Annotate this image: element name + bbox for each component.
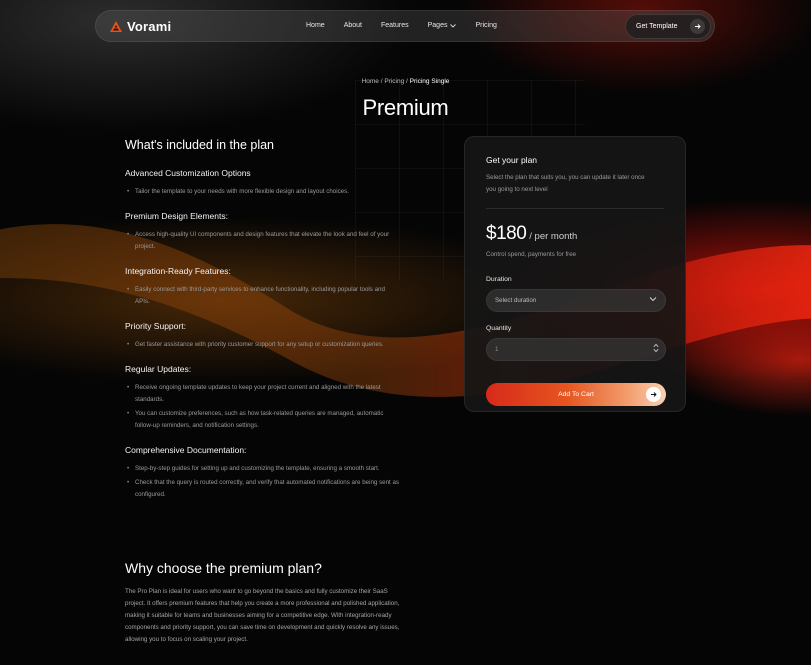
price-note: Control spend, payments for free (486, 251, 577, 258)
feature-block: Priority Support: Get faster assistance … (125, 321, 400, 351)
feature-block: Advanced Customization Options Tailor th… (125, 168, 400, 198)
why-section: Why choose the premium plan? The Pro Pla… (125, 560, 405, 646)
card-title: Get your plan (486, 155, 538, 165)
breadcrumb-pricing[interactable]: Pricing (384, 78, 404, 85)
add-to-cart-label: Add To Cart (558, 391, 594, 398)
price-period: / per month (529, 231, 578, 242)
quantity-value: 1 (495, 346, 499, 353)
feature-bullet: Get faster assistance with priority cust… (125, 339, 400, 351)
page-title: Premium (362, 95, 449, 120)
nav-link-home[interactable]: Home (306, 22, 325, 29)
nav-link-pages[interactable]: Pages (428, 22, 457, 29)
breadcrumb: Home / Pricing / Pricing Single (0, 78, 811, 85)
card-divider (486, 208, 664, 209)
nav-links: Home About Features Pages Pricing (306, 22, 516, 29)
duration-value: Select duration (495, 297, 537, 304)
feature-bullet: Check that the query is routed correctly… (125, 477, 400, 501)
brand-name: Vorami (127, 19, 172, 34)
card-description: Select the plan that suits you, you can … (486, 174, 645, 193)
feature-title: Comprehensive Documentation: (125, 445, 247, 455)
duration-label: Duration (486, 276, 512, 283)
feature-title: Priority Support: (125, 321, 186, 331)
feature-block: Comprehensive Documentation: Step-by-ste… (125, 445, 400, 501)
feature-bullet: Tailor the template to your needs with m… (125, 186, 400, 198)
feature-title: Regular Updates: (125, 364, 192, 374)
feature-bullet: You can customize preferences, such as h… (125, 408, 400, 432)
nav-link-pricing[interactable]: Pricing (475, 22, 496, 29)
plan-card: Get your plan Select the plan that suits… (464, 136, 686, 412)
nav-link-pages-label: Pages (427, 22, 448, 29)
duration-select[interactable]: Select duration (486, 289, 666, 312)
inclusions-heading: What's included in the plan (125, 138, 275, 152)
chevron-down-icon (450, 23, 457, 28)
top-navbar: Vorami Home About Features Pages Pricing… (95, 10, 715, 42)
brand-logo[interactable]: Vorami (110, 19, 171, 34)
breadcrumb-separator: / (406, 78, 408, 85)
feature-title: Premium Design Elements: (125, 211, 228, 221)
get-template-label: Get Template (636, 23, 678, 30)
feature-block: Integration-Ready Features: Easily conne… (125, 266, 400, 308)
quantity-stepper[interactable]: 1 (486, 338, 666, 361)
feature-bullet: Receive ongoing template updates to keep… (125, 382, 400, 406)
plan-inclusions: What's included in the plan Advanced Cus… (125, 138, 400, 514)
feature-bullet: Easily connect with third-party services… (125, 284, 400, 308)
chevron-down-icon (649, 297, 657, 302)
quantity-stepper-controls (653, 343, 659, 353)
nav-link-about[interactable]: About (344, 22, 362, 29)
chevron-down-icon[interactable] (653, 348, 659, 353)
get-template-button[interactable]: Get Template (625, 14, 711, 39)
breadcrumb-current: Pricing Single (409, 78, 450, 85)
why-body: The Pro Plan is ideal for users who want… (125, 588, 400, 643)
logo-icon (110, 20, 122, 32)
price-value: $180 (486, 223, 527, 244)
feature-bullet: Step-by-step guides for setting up and c… (125, 463, 400, 475)
feature-bullet: Access high-quality UI components and de… (125, 229, 400, 253)
feature-block: Premium Design Elements: Access high-qua… (125, 211, 400, 253)
breadcrumb-separator: / (380, 78, 383, 85)
quantity-label: Quantity (486, 325, 512, 332)
breadcrumb-home[interactable]: Home (362, 78, 379, 85)
why-heading: Why choose the premium plan? (125, 560, 322, 576)
feature-title: Integration-Ready Features: (125, 266, 231, 276)
arrow-right-icon (646, 387, 661, 402)
feature-block: Regular Updates: Receive ongoing templat… (125, 364, 400, 432)
arrow-right-icon (690, 19, 705, 34)
price-row: $180 / per month (486, 223, 664, 245)
nav-link-features[interactable]: Features (381, 22, 409, 29)
feature-title: Advanced Customization Options (125, 168, 251, 178)
add-to-cart-button[interactable]: Add To Cart (486, 383, 666, 406)
